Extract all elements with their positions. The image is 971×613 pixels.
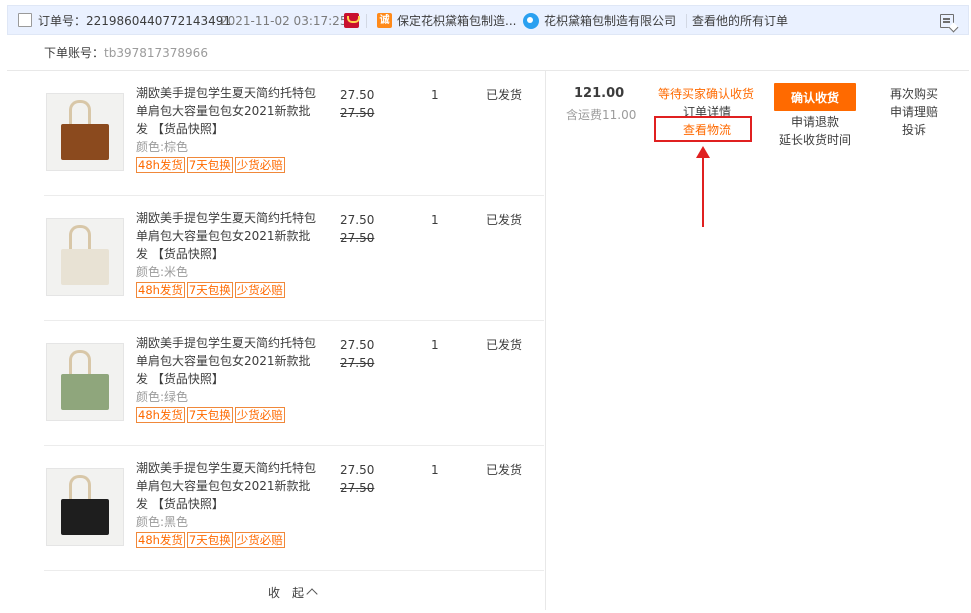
order-item-row: 潮欧美手提包学生夏天简约托特包单肩包大容量包包女2021新款批发 【货品快照】颜…: [44, 196, 544, 321]
quantity: 1: [431, 338, 439, 352]
extend-receipt-link[interactable]: 延长收货时间: [779, 131, 851, 148]
cheng-icon: 诚: [377, 13, 392, 28]
delete-order-icon[interactable]: [940, 14, 954, 28]
product-image[interactable]: [46, 343, 124, 421]
collapse-label: 收 起: [268, 586, 305, 600]
confirm-receipt-button[interactable]: 确认收货: [774, 83, 856, 111]
service-badge[interactable]: 7天包换: [186, 532, 233, 548]
chevron-up-icon: [306, 588, 318, 600]
service-badge[interactable]: 7天包换: [186, 157, 233, 173]
service-badge[interactable]: 48h发货: [136, 157, 185, 173]
service-badge[interactable]: 7天包换: [186, 407, 233, 423]
product-title[interactable]: 潮欧美手提包学生夏天简约托特包单肩包大容量包包女2021新款批发 【货品快照】: [136, 459, 316, 513]
item-status: 已发货: [486, 213, 523, 227]
unit-price: 27.50: [340, 88, 375, 102]
product-color: 颜色:米色: [136, 265, 189, 279]
service-badge[interactable]: 48h发货: [136, 407, 185, 423]
refund-link[interactable]: 申请退款: [791, 113, 839, 130]
service-badge[interactable]: 7天包换: [186, 282, 233, 298]
item-status: 已发货: [486, 338, 523, 352]
view-logistics-link[interactable]: 查看物流: [683, 121, 731, 138]
collapse-toggle[interactable]: 收 起: [268, 584, 318, 601]
service-badge[interactable]: 48h发货: [136, 532, 185, 548]
shipping-fee: 含运费11.00: [566, 108, 637, 122]
original-price: 27.50: [340, 231, 375, 245]
order-item-row: 潮欧美手提包学生夏天简约托特包单肩包大容量包包女2021新款批发 【货品快照】颜…: [44, 71, 544, 196]
original-price: 27.50: [340, 106, 375, 120]
tmall-icon: [344, 13, 360, 28]
service-badges: 48h发货 7天包换 少货必赔: [136, 157, 287, 173]
product-color: 颜色:棕色: [136, 140, 189, 154]
quantity: 1: [431, 88, 439, 102]
seller-company[interactable]: 花枳黛箱包制造有限公司: [544, 13, 676, 29]
service-badges: 48h发货 7天包换 少货必赔: [136, 532, 287, 548]
service-badge[interactable]: 少货必赔: [234, 157, 285, 173]
bag-body: [61, 374, 109, 410]
unit-price: 27.50: [340, 463, 375, 477]
account-value: tb397817378966: [104, 46, 208, 60]
order-header: 订单号：2219860440772143491 2021-11-02 03:17…: [7, 5, 969, 35]
product-title[interactable]: 潮欧美手提包学生夏天简约托特包单肩包大容量包包女2021新款批发 【货品快照】: [136, 209, 316, 263]
snapshot-link[interactable]: 【货品快照】: [152, 372, 224, 386]
order-select-checkbox[interactable]: [18, 13, 32, 27]
rebuy-link[interactable]: 再次购买: [890, 85, 938, 102]
product-image[interactable]: [46, 468, 124, 546]
account-label: 下单账号：: [44, 46, 105, 60]
service-badge[interactable]: 少货必赔: [234, 532, 285, 548]
quantity: 1: [431, 213, 439, 227]
wangwang-icon[interactable]: [523, 13, 539, 29]
item-status: 已发货: [486, 88, 523, 102]
snapshot-link[interactable]: 【货品快照】: [152, 247, 224, 261]
claim-link[interactable]: 申请理赔: [890, 103, 938, 120]
order-status: 等待买家确认收货: [658, 87, 755, 101]
snapshot-link[interactable]: 【货品快照】: [152, 497, 224, 511]
item-status: 已发货: [486, 463, 523, 477]
order-total: 121.00: [574, 86, 625, 101]
complain-link[interactable]: 投诉: [902, 121, 926, 138]
row-divider: [44, 570, 544, 571]
all-orders-link[interactable]: 查看他的所有订单: [692, 13, 788, 29]
service-badges: 48h发货 7天包换 少货必赔: [136, 407, 287, 423]
bag-body: [61, 499, 109, 535]
divider: [686, 14, 687, 28]
service-badges: 48h发货 7天包换 少货必赔: [136, 282, 287, 298]
order-number: 订单号：2219860440772143491: [38, 14, 232, 28]
quantity: 1: [431, 463, 439, 477]
order-account: 下单账号：tb397817378966: [44, 44, 208, 61]
product-color: 颜色:黑色: [136, 515, 189, 529]
bag-body: [61, 249, 109, 285]
order-item-row: 潮欧美手提包学生夏天简约托特包单肩包大容量包包女2021新款批发 【货品快照】颜…: [44, 321, 544, 446]
service-badge[interactable]: 48h发货: [136, 282, 185, 298]
snapshot-link[interactable]: 【货品快照】: [152, 122, 224, 136]
order-item-row: 潮欧美手提包学生夏天简约托特包单肩包大容量包包女2021新款批发 【货品快照】颜…: [44, 446, 544, 571]
annotation-arrow-line: [702, 155, 704, 227]
product-title[interactable]: 潮欧美手提包学生夏天简约托特包单肩包大容量包包女2021新款批发 【货品快照】: [136, 84, 316, 138]
service-badge[interactable]: 少货必赔: [234, 407, 285, 423]
product-title[interactable]: 潮欧美手提包学生夏天简约托特包单肩包大容量包包女2021新款批发 【货品快照】: [136, 334, 316, 388]
product-image[interactable]: [46, 93, 124, 171]
divider: [366, 14, 367, 28]
original-price: 27.50: [340, 356, 375, 370]
unit-price: 27.50: [340, 338, 375, 352]
service-badge[interactable]: 少货必赔: [234, 282, 285, 298]
shop-name-link[interactable]: 保定花枳黛箱包制造...: [397, 13, 516, 29]
order-date: 2021-11-02 03:17:25: [220, 14, 348, 28]
column-divider: [545, 70, 546, 610]
bag-body: [61, 124, 109, 160]
product-color: 颜色:绿色: [136, 390, 189, 404]
unit-price: 27.50: [340, 213, 375, 227]
original-price: 27.50: [340, 481, 375, 495]
product-image[interactable]: [46, 218, 124, 296]
